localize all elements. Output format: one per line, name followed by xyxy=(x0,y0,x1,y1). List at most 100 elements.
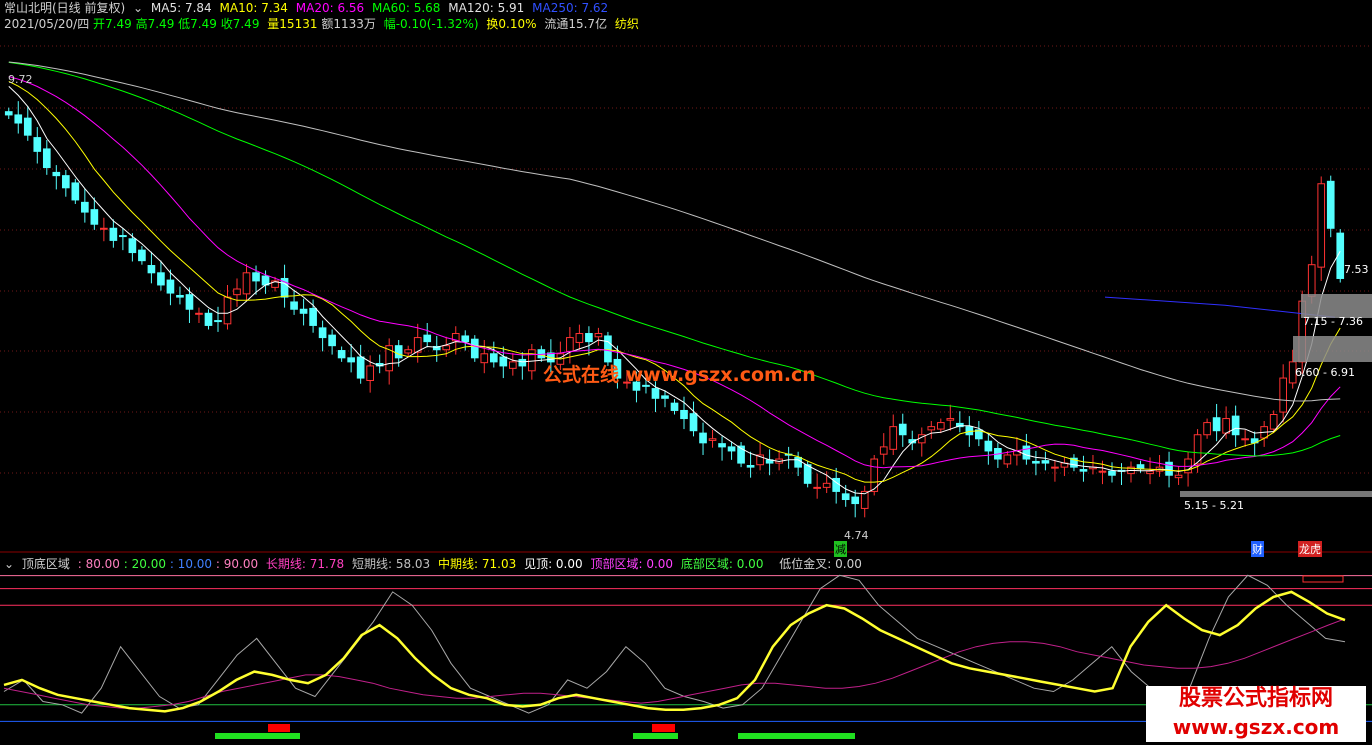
candle-body xyxy=(604,335,612,363)
candle-body xyxy=(670,402,679,411)
candle-body xyxy=(157,272,165,286)
candle-body xyxy=(699,432,707,444)
indicator-long: 长期线: 71.78 xyxy=(265,557,345,571)
candle-body xyxy=(147,265,156,274)
candle-body xyxy=(499,356,508,367)
ma120-value: MA120: 5.91 xyxy=(448,1,525,15)
candle-body xyxy=(813,486,821,489)
candle-body xyxy=(470,338,479,359)
indicator-topzone: 顶部区域: 0.00 xyxy=(590,557,674,571)
candle-body xyxy=(984,440,993,452)
quote-change: 幅-0.10(-1.32%) xyxy=(383,17,479,31)
candle-body xyxy=(651,388,660,399)
bottom-signal-marker xyxy=(268,724,290,732)
candle-body xyxy=(1108,470,1116,476)
bottom-zone-bar xyxy=(738,733,855,739)
candle-body xyxy=(927,426,936,431)
candle-body xyxy=(1307,264,1316,297)
candle-body xyxy=(442,345,451,351)
candle-body xyxy=(661,395,669,399)
indicator-20: : 20.00 xyxy=(123,557,166,571)
reduce-badge[interactable]: 减 xyxy=(834,541,847,557)
candle-body xyxy=(1098,470,1107,473)
quote-header: 2021/05/20/四 开7.49 高7.49 低7.49 收7.49 量15… xyxy=(4,16,643,32)
watermark-main: 公式在线 www.gszx.com.cn xyxy=(543,364,816,386)
candle-body xyxy=(347,357,355,363)
quote-date: 2021/05/20/四 xyxy=(4,17,90,31)
candle-body xyxy=(328,334,336,347)
candle-body xyxy=(1051,466,1059,469)
candle-body xyxy=(423,334,432,343)
candle-body xyxy=(33,137,42,152)
quote-open: 开7.49 xyxy=(93,17,132,31)
chevron-down-icon[interactable]: ⌄ xyxy=(4,557,14,571)
candle-body xyxy=(898,423,907,436)
ma120-line xyxy=(8,61,1341,402)
candle-body xyxy=(223,296,232,325)
candle-body xyxy=(176,294,184,298)
indicator-name[interactable]: 顶底区域 xyxy=(22,557,70,571)
candle-body xyxy=(1269,414,1278,430)
candle-body xyxy=(214,320,222,323)
candle-body xyxy=(337,350,346,359)
ma250-value: MA250: 7.62 xyxy=(532,1,609,15)
high-price-label: 9.72 xyxy=(8,73,33,86)
candle-body xyxy=(299,308,308,314)
quote-sector: 纺织 xyxy=(614,17,639,31)
candle-body xyxy=(1317,183,1326,268)
quote-high: 高7.49 xyxy=(135,17,175,31)
indicator-90: : 90.00 xyxy=(215,557,259,571)
candle-body xyxy=(1222,418,1230,434)
candle-body xyxy=(689,413,698,432)
watermark-corner-title: 股票公式指标网 xyxy=(1146,686,1366,712)
candle-body xyxy=(1203,422,1211,436)
short-term-line xyxy=(3,574,1346,714)
candle-body xyxy=(518,358,527,367)
zone2-label: 6.60 - 6.91 xyxy=(1295,366,1355,379)
candle-body xyxy=(489,353,498,363)
candle-body xyxy=(4,111,13,116)
finance-badge[interactable]: 财 xyxy=(1251,541,1264,557)
candle-body xyxy=(90,209,99,225)
candle-body xyxy=(594,333,603,338)
zone3-label: 5.15 - 5.21 xyxy=(1184,499,1244,512)
stock-name[interactable]: 常山北明(日线 前复权) xyxy=(4,1,125,15)
bottom-zone-bar xyxy=(215,733,300,739)
candle-body xyxy=(309,307,317,326)
candle-body xyxy=(1231,415,1240,436)
longhu-badge[interactable]: 龙虎 xyxy=(1298,541,1322,557)
low-price-label: 4.74 xyxy=(844,529,869,542)
indicator-10: : 10.00 xyxy=(169,557,213,571)
candle-body xyxy=(52,171,61,177)
candle-body xyxy=(936,422,945,430)
candle-body xyxy=(71,182,80,201)
mid-term-line xyxy=(3,590,1346,713)
candle-body xyxy=(841,493,850,501)
candle-body xyxy=(138,249,146,262)
candle-body xyxy=(680,409,688,420)
indicator-short: 短期线: 58.03 xyxy=(351,557,431,571)
candle-body xyxy=(166,279,175,294)
indicator-header: ⌄ 顶底区域 : 80.00 : 20.00 : 10.00 : 90.00 长… xyxy=(4,556,866,572)
candle-body xyxy=(252,272,260,282)
quote-close: 收7.49 xyxy=(220,17,260,31)
candle-body xyxy=(242,272,251,295)
candle-body xyxy=(261,275,270,286)
candle-body xyxy=(822,482,831,488)
last-price-label: 7.53 xyxy=(1344,263,1369,276)
candle-body xyxy=(879,446,888,455)
candle-body xyxy=(946,418,955,421)
ma60-value: MA60: 5.68 xyxy=(372,1,441,15)
candle-body xyxy=(119,235,127,238)
chevron-down-icon[interactable]: ⌄ xyxy=(133,1,143,15)
candle-body xyxy=(1041,460,1050,464)
candle-body xyxy=(1032,460,1040,464)
quote-turnover: 换0.10% xyxy=(486,17,537,31)
candle-body xyxy=(718,443,726,448)
candle-body xyxy=(480,353,489,364)
quote-amount: 额1133万 xyxy=(321,17,376,31)
candle-body xyxy=(528,349,536,372)
price-header: 常山北明(日线 前复权) ⌄ MA5: 7.84 MA10: 7.34 MA20… xyxy=(4,0,612,16)
watermark-corner-url: www.gszx.com xyxy=(1146,712,1366,742)
candle-body xyxy=(404,349,413,354)
